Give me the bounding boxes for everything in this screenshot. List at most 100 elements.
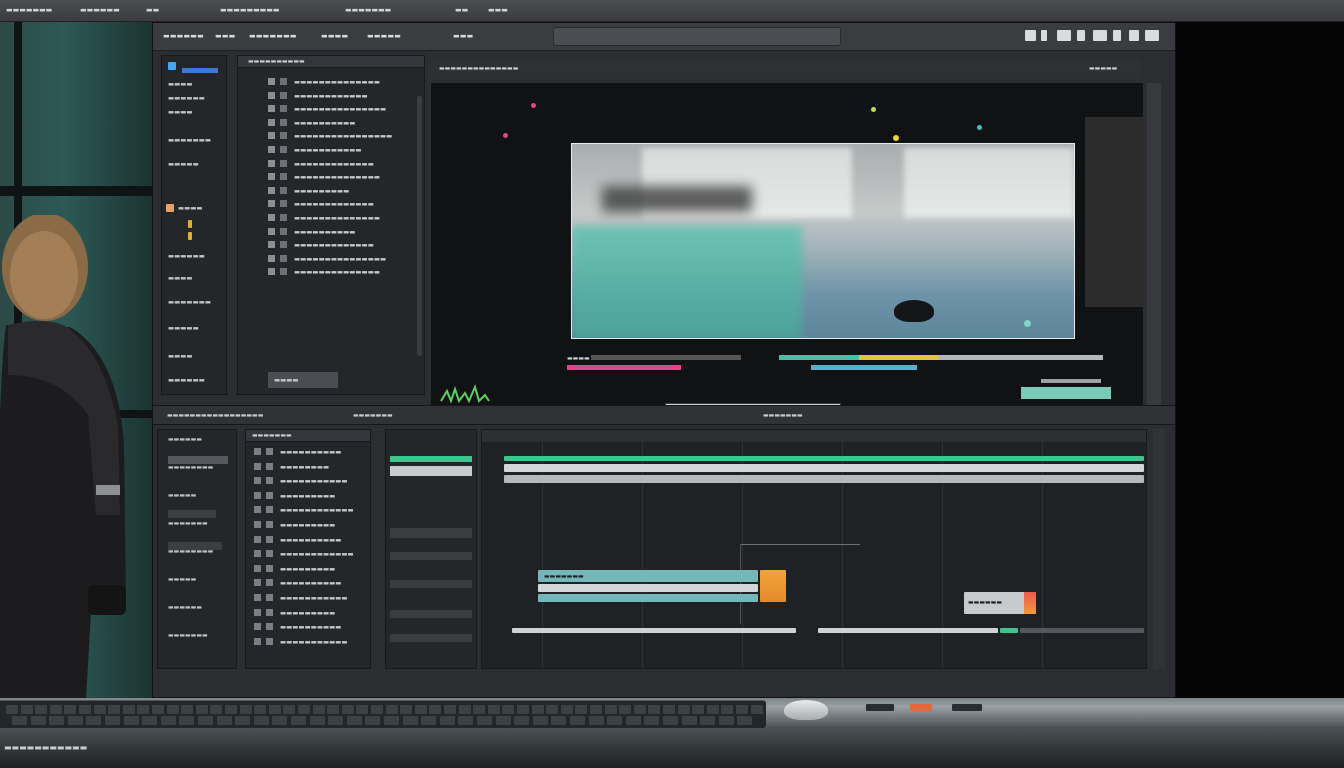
browser-footer-button[interactable]: ▬▬▬▬ [268, 372, 338, 388]
os-menu-item[interactable]: ▬▬▬▬▬▬▬ [6, 6, 52, 14]
timeline-scrollbar[interactable] [1153, 429, 1165, 669]
sidebar-item[interactable]: ▬▬▬▬▬▬ [168, 94, 205, 102]
clip-a-transition[interactable] [760, 570, 786, 602]
viewer-side-controls[interactable] [1147, 83, 1161, 413]
clip-a-audio[interactable] [538, 594, 758, 602]
timeline-canvas[interactable]: ▬▬▬▬▬▬▬ ▬▬▬▬▬▬ [481, 429, 1147, 669]
sidebar-item[interactable]: ▬▬▬▬ [168, 352, 193, 360]
os-menu-item[interactable]: ▬▬▬▬▬▬▬▬▬ [220, 6, 280, 14]
track-eye-icon[interactable] [266, 637, 273, 645]
inspector-item[interactable]: ▬▬▬▬▬▬▬▬ [168, 464, 213, 471]
layout-icon[interactable] [1077, 30, 1085, 41]
toolbar-menu[interactable]: ▬▬▬▬ [321, 32, 348, 40]
track-eye-icon[interactable] [266, 506, 273, 514]
track-lock-icon[interactable] [254, 535, 261, 543]
track-name[interactable]: ▬▬▬▬▬▬▬▬▬▬▬▬ [280, 506, 354, 514]
track-eye-icon[interactable] [266, 608, 273, 616]
track-name[interactable]: ▬▬▬▬▬▬▬▬▬▬ [280, 623, 341, 631]
track-lock-icon[interactable] [254, 477, 261, 485]
layout-icon[interactable] [1057, 30, 1071, 41]
track-eye-icon[interactable] [266, 535, 273, 543]
track-lock-icon[interactable] [254, 623, 261, 631]
track-name[interactable]: ▬▬▬▬▬▬▬▬▬ [280, 521, 335, 529]
track-name[interactable]: ▬▬▬▬▬▬▬▬ [280, 463, 329, 471]
track-lock-icon[interactable] [254, 521, 261, 528]
audio-track-strip[interactable] [512, 628, 796, 633]
track-lock-icon[interactable] [254, 594, 261, 601]
clip-a-audio[interactable] [538, 584, 758, 592]
track-lock-icon[interactable] [254, 448, 261, 455]
browser-row[interactable]: ▬▬▬▬▬▬▬▬▬▬▬▬▬▬ [294, 78, 380, 86]
os-menu-item[interactable]: ▬▬▬ [488, 6, 508, 14]
track-name[interactable]: ▬▬▬▬▬▬▬▬▬ [280, 492, 335, 500]
sidebar-item[interactable]: ▬▬▬▬ [168, 108, 193, 116]
inspector-field[interactable] [168, 510, 216, 518]
timeline-tools[interactable]: ▬▬▬▬▬▬▬ [353, 412, 393, 419]
browser-row[interactable]: ▬▬▬▬▬▬▬▬▬▬▬ [294, 146, 362, 154]
track-eye-icon[interactable] [266, 550, 273, 558]
browser-row[interactable]: ▬▬▬▬▬▬▬▬▬▬▬▬▬▬▬▬ [294, 132, 392, 140]
video-track-strip[interactable] [504, 456, 1144, 461]
sidebar-item[interactable]: ▬▬▬▬▬▬ [168, 252, 205, 260]
toolbar-menu[interactable]: ▬▬▬ [215, 32, 235, 40]
layout-icon[interactable] [1093, 30, 1107, 41]
track-eye-icon[interactable] [266, 521, 273, 528]
track-eye-icon[interactable] [266, 448, 273, 455]
track-eye-icon[interactable] [266, 564, 273, 572]
sidebar-item[interactable]: ▬▬▬▬▬▬▬ [168, 136, 211, 144]
os-menu-item[interactable]: ▬▬▬▬▬▬ [80, 6, 120, 14]
sidebar-item[interactable]: ▬▬▬▬▬▬▬ [168, 298, 211, 306]
audio-track-strip[interactable] [1020, 628, 1144, 633]
browser-row[interactable]: ▬▬▬▬▬▬▬▬▬▬▬▬▬ [294, 200, 374, 208]
track-eye-icon[interactable] [266, 462, 273, 470]
inspector-item[interactable]: ▬▬▬▬▬ [168, 576, 196, 583]
clip-b[interactable]: ▬▬▬▬▬▬ [964, 592, 1036, 614]
preview-viewer[interactable]: ▬▬▬▬ [431, 83, 1143, 416]
sidebar-item[interactable]: ▬▬▬▬▬ [168, 160, 199, 168]
layout-icon[interactable] [1113, 30, 1121, 41]
browser-row[interactable]: ▬▬▬▬▬▬▬▬▬▬▬▬▬▬▬ [294, 105, 386, 113]
track-name[interactable]: ▬▬▬▬▬▬▬▬▬ [280, 609, 335, 617]
track-name[interactable]: ▬▬▬▬▬▬▬▬▬▬▬ [280, 594, 348, 602]
video-track-clip[interactable] [504, 464, 1144, 472]
track-name[interactable]: ▬▬▬▬▬▬▬▬▬▬▬ [280, 638, 348, 646]
track-lock-icon[interactable] [254, 564, 261, 572]
viewer-zoom[interactable]: ▬▬▬▬▬ [1089, 65, 1117, 72]
track-eye-icon[interactable] [266, 477, 273, 485]
os-menu-item[interactable]: ▬▬ [455, 6, 468, 14]
inspector-field[interactable] [168, 542, 222, 550]
browser-row[interactable]: ▬▬▬▬▬▬▬▬▬▬ [294, 228, 355, 236]
browser-row[interactable]: ▬▬▬▬▬▬▬▬▬▬▬▬ [294, 92, 368, 100]
audio-track-strip[interactable] [818, 628, 998, 633]
video-preview-frame[interactable] [571, 143, 1075, 339]
toolbar-menu[interactable]: ▬▬▬▬▬▬▬ [249, 32, 297, 40]
track-lock-icon[interactable] [254, 637, 261, 645]
sidebar-item[interactable]: ▬▬▬▬▬▬ [168, 376, 205, 384]
layout-icon[interactable] [1129, 30, 1139, 41]
track-lock-icon[interactable] [254, 579, 261, 587]
inspector-item[interactable]: ▬▬▬▬▬▬ [168, 604, 202, 611]
track-eye-icon[interactable] [266, 579, 273, 587]
browser-row[interactable]: ▬▬▬▬▬▬▬▬▬▬▬▬▬▬ [294, 268, 380, 276]
mixer-fader[interactable] [390, 610, 472, 618]
layout-icon[interactable] [1025, 30, 1036, 41]
timeline-tools[interactable]: ▬▬▬▬▬▬▬ [763, 412, 803, 419]
inspector-item[interactable]: ▬▬▬▬▬▬ [168, 436, 202, 443]
track-name[interactable]: ▬▬▬▬▬▬▬▬▬▬▬ [280, 477, 348, 485]
track-lock-icon[interactable] [254, 550, 261, 558]
os-menu-item[interactable]: ▬▬▬▬▬▬▬ [345, 6, 391, 14]
browser-scrollbar[interactable] [417, 96, 422, 356]
mixer-fader[interactable] [390, 466, 472, 476]
track-eye-icon[interactable] [266, 491, 273, 499]
toolbar-menu[interactable]: ▬▬▬▬▬▬ [163, 32, 204, 40]
track-name[interactable]: ▬▬▬▬▬▬▬▬▬▬ [280, 579, 341, 587]
sidebar-item[interactable]: ▬▬▬▬ [168, 80, 193, 88]
inspector-item[interactable]: ▬▬▬▬▬ [168, 492, 196, 499]
track-lock-icon[interactable] [254, 506, 261, 514]
video-track-clip[interactable] [504, 475, 1144, 483]
audio-track-strip[interactable] [1000, 628, 1018, 633]
browser-row[interactable]: ▬▬▬▬▬▬▬▬▬▬▬▬▬▬▬ [294, 255, 386, 263]
browser-row[interactable]: ▬▬▬▬▬▬▬▬▬▬▬▬▬ [294, 241, 374, 249]
track-name[interactable]: ▬▬▬▬▬▬▬▬▬▬ [280, 448, 341, 456]
browser-row[interactable]: ▬▬▬▬▬▬▬▬▬ [294, 187, 349, 195]
